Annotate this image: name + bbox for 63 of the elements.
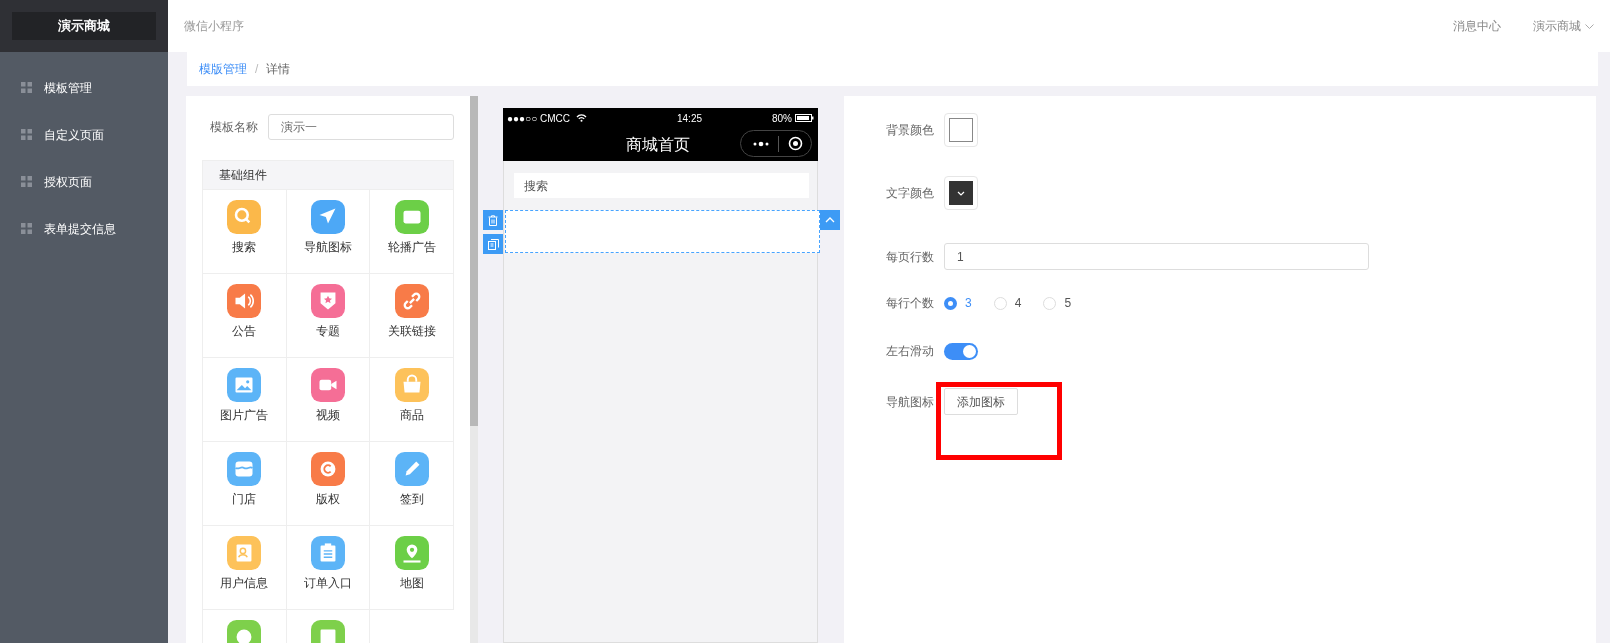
scrollbar[interactable] xyxy=(470,96,478,643)
component-item[interactable]: 订单入口 xyxy=(286,526,371,610)
move-up-button[interactable] xyxy=(820,210,840,230)
grid-icon xyxy=(21,82,32,93)
field-label: 导航图标 xyxy=(886,393,934,411)
chevron-down-icon xyxy=(957,190,965,196)
delete-button[interactable] xyxy=(483,210,503,230)
more-icon xyxy=(753,140,769,147)
toggle-switch[interactable] xyxy=(944,342,978,360)
chevron-down-icon xyxy=(1585,23,1594,29)
component-item[interactable]: 签到 xyxy=(370,442,454,526)
message-center-link[interactable]: 消息中心 xyxy=(1453,17,1501,35)
field-label: 每行个数 xyxy=(886,295,934,312)
header-title: 微信小程序 xyxy=(184,18,245,35)
copy-button[interactable] xyxy=(483,234,503,254)
chevron-up-icon xyxy=(825,217,835,223)
menu-item[interactable]: 表单提交信息 xyxy=(0,205,168,252)
component-item[interactable]: 版权 xyxy=(286,442,371,526)
copy-icon xyxy=(487,238,499,250)
component-item[interactable]: 关联链接 xyxy=(370,274,454,358)
logo: 演示商城 xyxy=(12,12,156,40)
page-title: 商城首页 xyxy=(626,134,690,155)
menu-item[interactable]: 自定义页面 xyxy=(0,111,168,158)
clock-text: 14:25 xyxy=(677,111,702,126)
section-header: 基础组件 xyxy=(202,160,454,190)
battery-text: 80% xyxy=(772,111,792,126)
carrier-text: ●●●○○ CMCC xyxy=(507,111,570,126)
field-label: 每页行数 xyxy=(886,248,934,266)
grid-icon xyxy=(21,223,32,234)
selected-block[interactable] xyxy=(505,210,820,253)
wifi-icon xyxy=(576,114,587,122)
template-name-input[interactable]: 演示一 xyxy=(268,114,454,140)
delete-icon xyxy=(488,214,498,226)
menu-item[interactable]: 模板管理 xyxy=(0,64,168,111)
component-item[interactable]: 地图 xyxy=(370,526,454,610)
component-item[interactable]: 搜索 xyxy=(203,190,287,274)
add-icon-button[interactable]: 添加图标 xyxy=(944,388,1018,415)
component-item[interactable]: 图片广告 xyxy=(203,358,287,442)
rows-per-page-input[interactable]: 1 xyxy=(944,243,1369,270)
breadcrumb-current: 详情 xyxy=(266,61,291,78)
component-item[interactable]: 公告 xyxy=(203,274,287,358)
field-label: 模板名称 xyxy=(210,119,258,136)
field-label: 左右滑动 xyxy=(886,343,934,360)
field-label: 背景颜色 xyxy=(886,122,934,139)
battery-icon xyxy=(795,114,814,122)
component-item[interactable]: 轮播广告 xyxy=(370,190,454,274)
menu-item[interactable]: 授权页面 xyxy=(0,158,168,205)
search-field[interactable]: 搜索 xyxy=(514,173,809,198)
component-item[interactable]: 用户信息 xyxy=(203,526,287,610)
radio-option[interactable]: 4 xyxy=(993,294,1022,312)
target-icon xyxy=(788,136,803,151)
grid-icon xyxy=(21,129,32,140)
field-label: 文字颜色 xyxy=(886,185,934,202)
radio-option[interactable]: 5 xyxy=(1043,294,1072,312)
breadcrumb-link[interactable]: 模版管理 xyxy=(199,60,247,78)
breadcrumb-separator: / xyxy=(255,61,259,78)
component-item[interactable]: 导航图标 xyxy=(286,190,371,274)
component-item[interactable]: 专题 xyxy=(286,274,371,358)
component-item[interactable]: 商品 xyxy=(370,358,454,442)
user-menu[interactable]: 演示商城 xyxy=(1533,17,1594,35)
component-item[interactable]: 门店 xyxy=(203,442,287,526)
component-item[interactable]: 视频 xyxy=(286,358,371,442)
grid-icon xyxy=(21,176,32,187)
